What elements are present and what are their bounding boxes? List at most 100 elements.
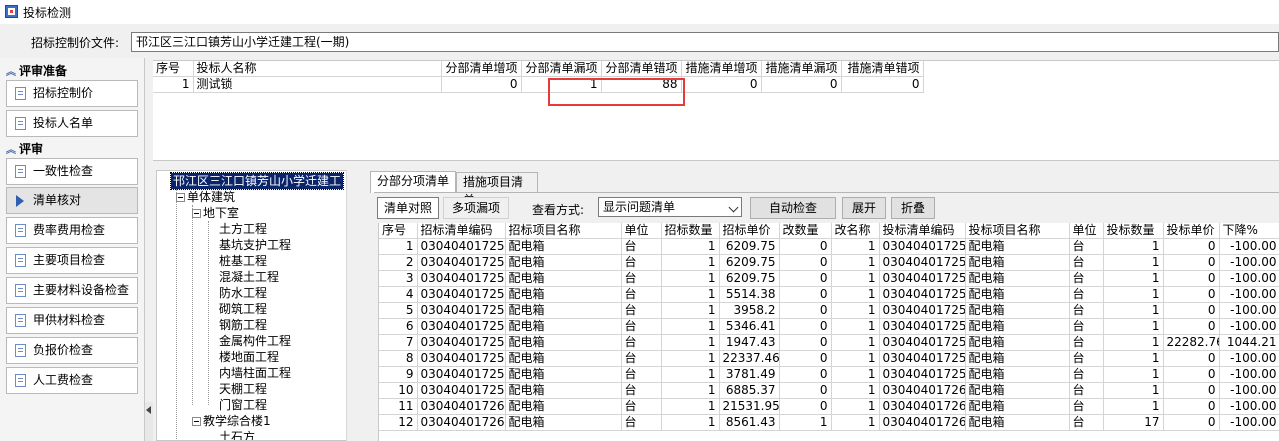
sidebar-item-bid-control-price[interactable]: 招标控制价 bbox=[6, 80, 138, 107]
sidebar-item-main-item-check[interactable]: 主要项目检查 bbox=[6, 247, 138, 274]
table-cell: 0 bbox=[779, 302, 832, 319]
column-header[interactable]: 投标清单编码 bbox=[879, 223, 966, 239]
column-header[interactable]: 下降% bbox=[1219, 223, 1279, 239]
collapse-toggle-icon[interactable] bbox=[192, 209, 201, 218]
table-row[interactable]: 9 030404017258 配电箱台 1 3781.49 0 1 030404017259 配… bbox=[379, 366, 1279, 383]
tree-node[interactable]: 地下室 bbox=[203, 205, 239, 221]
file-input[interactable]: 邗江区三江口镇芳山小学迁建工程(一期) bbox=[131, 32, 1279, 52]
column-header[interactable]: 分部清单漏项 bbox=[521, 61, 602, 77]
tree-node[interactable]: 教学综合楼1 bbox=[203, 413, 271, 429]
table-cell: 0 bbox=[681, 76, 762, 93]
table-row[interactable]: 1 030404017250 配电箱台 1 6209.75 0 1 030404017251 配… bbox=[379, 238, 1279, 255]
tree-node[interactable]: 土石方 bbox=[219, 429, 255, 440]
section-header-review[interactable]: ︽ 评审 bbox=[6, 140, 43, 157]
table-row[interactable]: 6 030404017255 配电箱台 1 5346.41 0 1 030404017256 配… bbox=[379, 318, 1279, 335]
table-row[interactable]: 11 030404017260 配电箱台 1 21531.95 0 1 03040401726… bbox=[379, 398, 1279, 415]
column-header[interactable]: 投标项目名称 bbox=[965, 223, 1070, 239]
tree-node[interactable]: 钢筋工程 bbox=[219, 317, 267, 333]
sidebar-collapse-handle[interactable] bbox=[145, 402, 153, 441]
table-cell: 台 bbox=[1069, 382, 1104, 399]
column-header[interactable]: 招标清单编码 bbox=[417, 223, 506, 239]
table-row[interactable]: 2 030404017251 配电箱台 1 6209.75 0 1 030404017252 配… bbox=[379, 254, 1279, 271]
table-cell: 030404017257 bbox=[417, 350, 506, 367]
tree-node[interactable]: 单体建筑 bbox=[187, 189, 235, 205]
tree-guide-line bbox=[208, 221, 209, 405]
column-header[interactable]: 措施清单漏项 bbox=[761, 61, 842, 77]
column-header[interactable]: 单位 bbox=[1069, 223, 1104, 239]
table-cell: 1 bbox=[661, 302, 720, 319]
table-cell: 配电箱 bbox=[505, 398, 622, 415]
tree-node[interactable]: 基坑支护工程 bbox=[219, 237, 291, 253]
column-header[interactable]: 投标单价 bbox=[1163, 223, 1220, 239]
sidebar-item-owner-material-check[interactable]: 甲供材料检查 bbox=[6, 307, 138, 334]
sidebar-item-negative-quote-check[interactable]: 负报价检查 bbox=[6, 337, 138, 364]
column-header[interactable]: 招标数量 bbox=[661, 223, 720, 239]
table-cell: 台 bbox=[621, 318, 662, 335]
tab-measure-list[interactable]: 措施项目清单 bbox=[456, 172, 538, 207]
tree-node[interactable]: 门窗工程 bbox=[219, 397, 267, 413]
table-cell: 22282.76 bbox=[1163, 334, 1220, 351]
table-row[interactable]: 3 030404017252 配电箱台 1 6209.75 0 1 030404017253 配… bbox=[379, 270, 1279, 287]
missing-items-button[interactable]: 多项漏项 bbox=[443, 197, 509, 219]
tree-node-root[interactable]: 邗江区三江口镇芳山小学迁建工 bbox=[169, 172, 345, 190]
tab-item-list[interactable]: 分部分项清单 bbox=[370, 171, 456, 193]
table-cell: 台 bbox=[1069, 398, 1104, 415]
column-header[interactable]: 序号 bbox=[153, 61, 194, 77]
table-cell: 配电箱 bbox=[505, 238, 622, 255]
tree-scrollbar[interactable] bbox=[346, 170, 364, 441]
table-cell: 1 bbox=[661, 366, 720, 383]
column-header[interactable]: 改名称 bbox=[831, 223, 880, 239]
tree-node[interactable]: 天棚工程 bbox=[219, 381, 267, 397]
column-header[interactable]: 招标项目名称 bbox=[505, 223, 622, 239]
table-row[interactable]: 10 030404017259 配电箱台 1 6885.37 0 1 030404017260… bbox=[379, 382, 1279, 399]
column-header[interactable]: 投标人名称 bbox=[193, 61, 442, 77]
column-header[interactable]: 序号 bbox=[379, 223, 418, 239]
table-cell: 030404017261 bbox=[879, 398, 966, 415]
sidebar-item-fee-rate-check[interactable]: 费率费用检查 bbox=[6, 217, 138, 244]
table-row[interactable]: 12 030404017261 配电箱台 1 8561.43 1 1 030404017262… bbox=[379, 414, 1279, 431]
table-cell: 8 bbox=[379, 350, 418, 367]
table-cell: 1 bbox=[379, 238, 418, 255]
collapse-button[interactable]: 折叠 bbox=[891, 197, 935, 219]
table-cell: 台 bbox=[1069, 366, 1104, 383]
tree-node[interactable]: 内墙柱面工程 bbox=[219, 365, 291, 381]
expand-button[interactable]: 展开 bbox=[842, 197, 886, 219]
column-header[interactable]: 招标单价 bbox=[719, 223, 780, 239]
tree-node[interactable]: 楼地面工程 bbox=[219, 349, 279, 365]
tree-node[interactable]: 防水工程 bbox=[219, 285, 267, 301]
table-cell: -100.00 bbox=[1219, 318, 1279, 335]
table-cell: 0 bbox=[1163, 382, 1220, 399]
auto-check-button[interactable]: 自动检查 bbox=[750, 197, 836, 219]
sidebar-item-consistency-check[interactable]: 一致性检查 bbox=[6, 158, 138, 185]
column-header[interactable]: 分部清单错项 bbox=[601, 61, 682, 77]
sidebar-item-labor-cost-check[interactable]: 人工费检查 bbox=[6, 367, 138, 394]
tree-node[interactable]: 土方工程 bbox=[219, 221, 267, 237]
tree-node[interactable]: 砌筑工程 bbox=[219, 301, 267, 317]
table-cell: 0 bbox=[1163, 414, 1220, 431]
section-header-prep[interactable]: ︽ 评审准备 bbox=[6, 62, 67, 79]
sidebar-item-main-material-check[interactable]: 主要材料设备检查 bbox=[6, 277, 138, 304]
table-row[interactable]: 7 030404017256 配电箱台 1 1947.43 0 1 030404017257 配… bbox=[379, 334, 1279, 351]
sidebar-item-list-check[interactable]: 清单核对 bbox=[6, 187, 138, 214]
column-header[interactable]: 措施清单错项 bbox=[841, 61, 924, 77]
table-row[interactable]: 8 030404017257 配电箱台 1 22337.46 0 1 030404017258… bbox=[379, 350, 1279, 367]
column-header[interactable]: 投标数量 bbox=[1103, 223, 1164, 239]
table-cell: 配电箱 bbox=[505, 254, 622, 271]
column-header[interactable]: 分部清单增项 bbox=[441, 61, 522, 77]
collapse-toggle-icon[interactable] bbox=[192, 417, 201, 426]
collapse-toggle-icon[interactable] bbox=[176, 193, 185, 202]
table-cell: 030404017256 bbox=[417, 334, 506, 351]
tree-node[interactable]: 混凝土工程 bbox=[219, 269, 279, 285]
table-row[interactable]: 1 测试锁 0 1 88 0 0 0 bbox=[153, 76, 924, 93]
column-header[interactable]: 措施清单增项 bbox=[681, 61, 762, 77]
table-row[interactable]: 5 030404017254 配电箱台 1 3958.2 0 1 030404017255 配电… bbox=[379, 302, 1279, 319]
view-mode-select[interactable]: 显示问题清单 bbox=[598, 197, 742, 217]
column-header[interactable]: 单位 bbox=[621, 223, 662, 239]
column-header[interactable]: 改数量 bbox=[779, 223, 832, 239]
sidebar-item-bidder-list[interactable]: 投标人名单 bbox=[6, 110, 138, 137]
table-cell: 0 bbox=[1163, 318, 1220, 335]
compare-list-button[interactable]: 清单对照 bbox=[377, 197, 439, 219]
table-row[interactable]: 4 030404017253 配电箱台 1 5514.38 0 1 030404017254 配… bbox=[379, 286, 1279, 303]
tree-node[interactable]: 桩基工程 bbox=[219, 253, 267, 269]
tree-node[interactable]: 金属构件工程 bbox=[219, 333, 291, 349]
